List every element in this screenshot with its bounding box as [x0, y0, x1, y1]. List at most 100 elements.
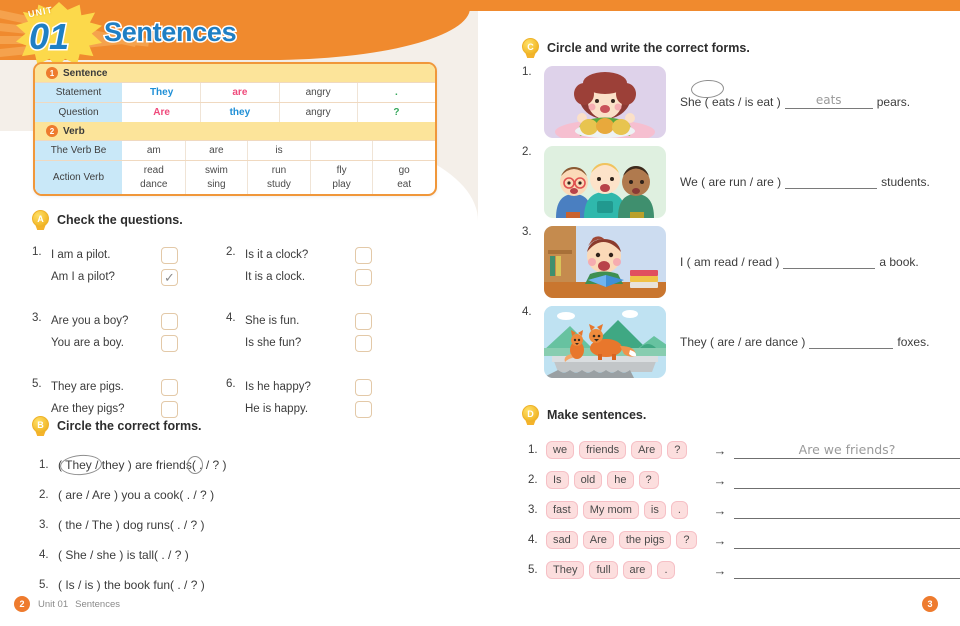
- word-tile[interactable]: are: [622, 561, 653, 579]
- word-tile[interactable]: Is: [546, 471, 569, 489]
- verb-be-cell: is: [248, 141, 311, 160]
- verb-word: play: [332, 179, 351, 190]
- page-title: Sentences: [102, 16, 238, 49]
- question-line: Is he happy?: [245, 376, 416, 398]
- question-line: I am a pilot.: [51, 244, 222, 266]
- grammar-section-2-header: 2 Verb: [35, 122, 435, 140]
- question-text: It is a clock.: [245, 271, 306, 283]
- item-number: 3.: [528, 504, 538, 516]
- question-line: She is fun.: [245, 310, 416, 332]
- circle-annotation-period: [187, 456, 203, 474]
- word-tiles: They full are .: [546, 561, 706, 579]
- checkbox-checked[interactable]: ✓: [161, 268, 178, 286]
- word-tile[interactable]: ?: [638, 471, 659, 489]
- sentence-builder-row: 4. sad Are the pigs ? →: [522, 525, 960, 555]
- question-text: Are you a boy?: [51, 315, 129, 327]
- word-tile[interactable]: Are: [582, 531, 614, 549]
- word-tile[interactable]: ?: [676, 531, 697, 549]
- section-number-badge: 1: [46, 67, 58, 79]
- boy-reading-svg: [544, 226, 666, 298]
- sentence-text[interactable]: ( the / The ) dog runs( . / ? ): [58, 518, 205, 532]
- question-line: They are pigs.: [51, 376, 222, 398]
- checkbox[interactable]: [161, 334, 178, 352]
- item-number: 2.: [522, 146, 532, 158]
- checkbox[interactable]: [355, 312, 372, 330]
- cell-punctuation: ?: [393, 107, 400, 118]
- word-tile[interactable]: we: [546, 441, 575, 459]
- sentence-text[interactable]: ( Is / is ) the book fun( . / ? ): [58, 578, 205, 592]
- word-tile[interactable]: the pigs: [618, 531, 672, 549]
- answer-blank[interactable]: [734, 502, 960, 519]
- answer-blank[interactable]: [734, 472, 960, 489]
- checkbox[interactable]: [355, 246, 372, 264]
- checkbox[interactable]: [355, 334, 372, 352]
- checkbox[interactable]: [161, 378, 178, 396]
- question-item: 6. Is he happy? He is happy.: [226, 376, 416, 420]
- sentence-prefix: We ( are run / are ): [680, 175, 782, 189]
- item-number: 4.: [39, 549, 49, 561]
- word-tile[interactable]: They: [546, 561, 585, 579]
- section-b-title: Circle the correct forms.: [57, 419, 202, 433]
- cell-punctuation: .: [394, 87, 398, 98]
- checkbox[interactable]: [161, 312, 178, 330]
- question-item: 4. She is fun. Is she fun?: [226, 310, 416, 354]
- sentence-suffix: students.: [881, 175, 930, 189]
- section-a-question-grid: 1. I am a pilot. Am I a pilot? ✓ 2. Is i…: [32, 244, 432, 420]
- question-text: Is he happy?: [245, 381, 311, 393]
- answer-blank[interactable]: [734, 532, 960, 549]
- table-row-verb-be: The Verb Be am are is: [35, 140, 435, 160]
- word-tiles: we friends Are ?: [546, 441, 706, 459]
- starburst-arrow-icon: [78, 24, 92, 44]
- section-c-title-row: C Circle and write the correct forms.: [522, 38, 960, 58]
- illustration-girl-with-pears: [544, 66, 666, 138]
- checkbox[interactable]: [355, 400, 372, 418]
- sentence-text[interactable]: ( They / they ) are friends( . / ? ): [58, 453, 227, 477]
- answer-blank[interactable]: [809, 335, 894, 349]
- checkbox[interactable]: [355, 268, 372, 286]
- question-item: 1. I am a pilot. Am I a pilot? ✓: [32, 244, 222, 288]
- answer-blank[interactable]: eats: [784, 93, 873, 109]
- girl-with-pears-svg: [555, 72, 655, 138]
- word-tile[interactable]: sad: [546, 531, 578, 549]
- sentence-text[interactable]: ( She / she ) is tall( . / ? ): [58, 548, 189, 562]
- verb-word: read: [143, 165, 164, 176]
- sentence-with-blank: We ( are run / are ) students.: [666, 146, 960, 218]
- two-foxes-svg: [544, 306, 666, 378]
- sentence-text[interactable]: ( are / Are ) you a cook( . / ? ): [58, 488, 214, 502]
- action-verb-cell: run study: [248, 161, 311, 194]
- sentence-prefix: She ( eats / is eat ): [680, 95, 781, 109]
- cell-subject: they: [201, 103, 280, 122]
- answer-blank[interactable]: [783, 255, 876, 269]
- verb-word: swim: [205, 165, 228, 176]
- section-a: A Check the questions. 1. I am a pilot. …: [32, 210, 432, 420]
- checkbox[interactable]: [161, 400, 178, 418]
- word-tile[interactable]: Are: [631, 441, 663, 459]
- section-a-title: Check the questions.: [57, 213, 183, 227]
- page-number-right: 3: [922, 596, 938, 612]
- sentence-with-blank: They ( are / are dance ) foxes.: [666, 306, 960, 378]
- checkbox[interactable]: [355, 378, 372, 396]
- word-tile[interactable]: fast: [546, 501, 578, 519]
- word-tile[interactable]: old: [573, 471, 603, 489]
- answer-blank[interactable]: [785, 175, 878, 189]
- answer-blank[interactable]: Are we friends?: [734, 442, 960, 459]
- item-number: 2.: [39, 489, 49, 501]
- unit-number: 01: [27, 15, 70, 59]
- word-tile[interactable]: ?: [667, 441, 688, 459]
- action-verb-cell: read dance: [123, 161, 186, 194]
- word-tile[interactable]: friends: [579, 441, 627, 459]
- word-tile[interactable]: full: [589, 561, 618, 579]
- arrow-icon: →: [713, 472, 727, 488]
- verb-word: go: [398, 165, 410, 176]
- verb-word: run: [271, 165, 287, 176]
- word-tile[interactable]: is: [643, 501, 666, 519]
- word-tile[interactable]: My mom: [582, 501, 639, 519]
- answer-blank[interactable]: [734, 562, 960, 579]
- checkbox[interactable]: [161, 246, 178, 264]
- word-tile[interactable]: .: [657, 561, 675, 579]
- word-tile[interactable]: .: [670, 501, 688, 519]
- arrow-icon: →: [713, 442, 727, 458]
- word-tile[interactable]: he: [607, 471, 634, 489]
- picture-question: 4. They (are / are dance) foxes.: [522, 306, 960, 378]
- footer-left: 2 Unit 01 Sentences: [14, 596, 127, 612]
